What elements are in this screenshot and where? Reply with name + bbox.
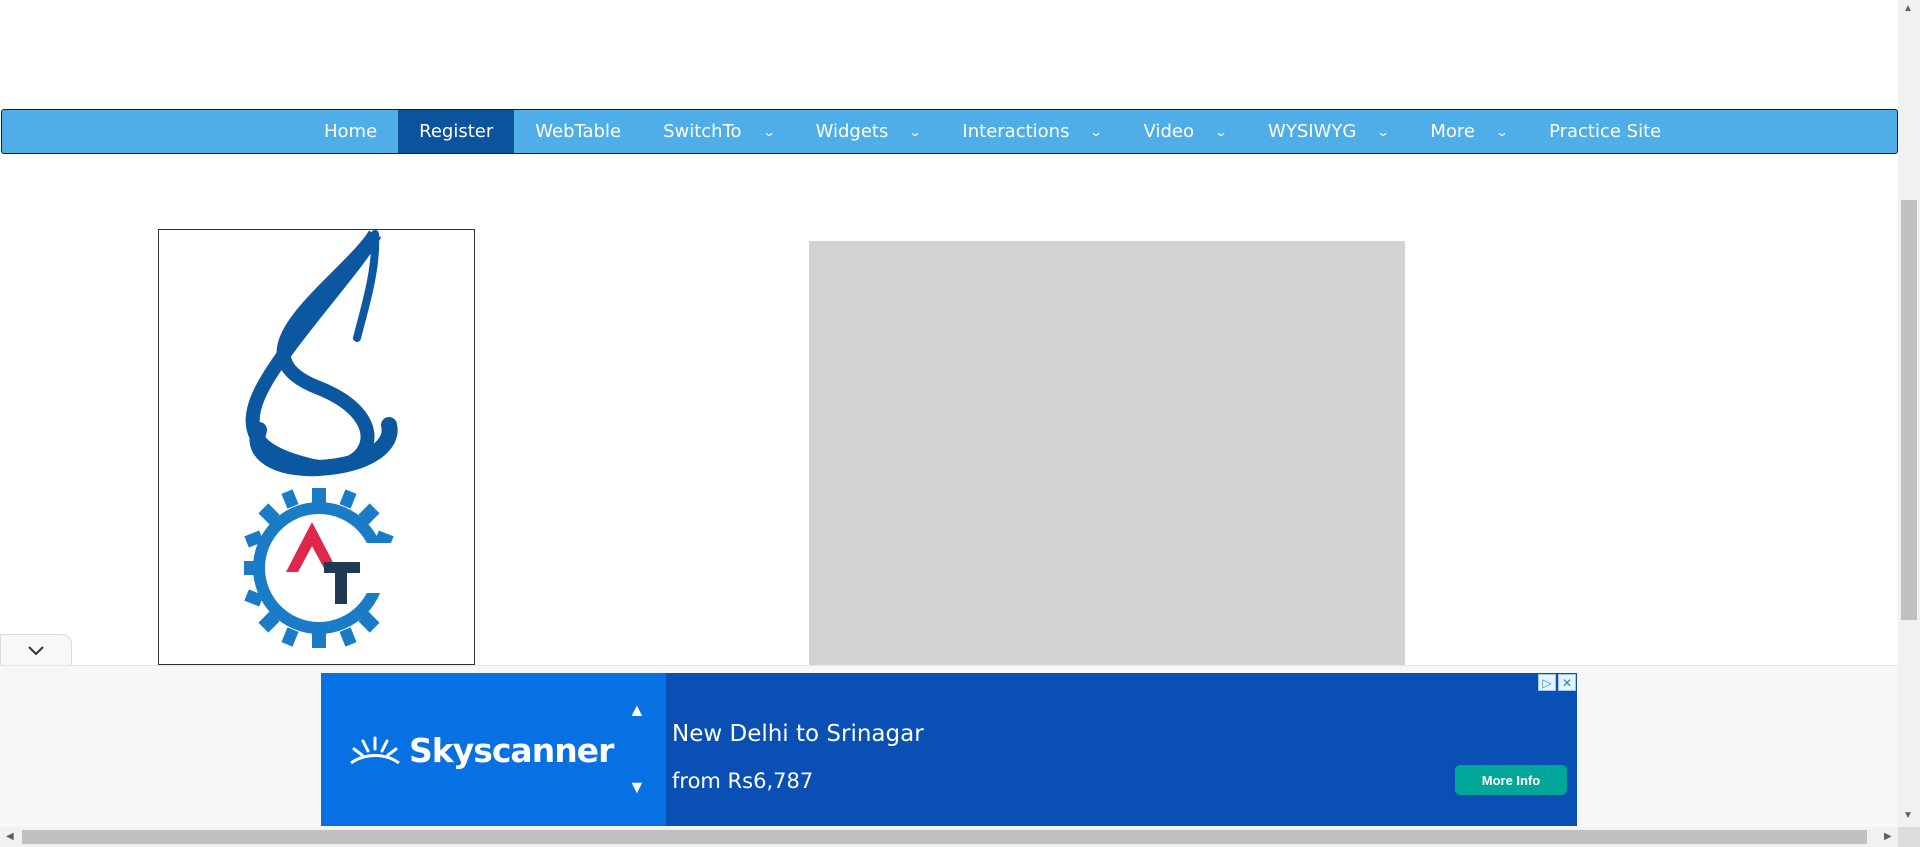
scroll-down-icon[interactable]: ▼	[1903, 810, 1913, 821]
chevron-down-icon: ⌄	[1213, 124, 1229, 139]
scroll-right-icon[interactable]: ▶	[1884, 831, 1892, 842]
nav-item-video[interactable]: Video ⌄	[1123, 110, 1248, 153]
nav-item-label: WebTable	[535, 121, 622, 142]
ad-next-arrow-icon[interactable]: ▼	[628, 777, 646, 798]
nav-item-label: Interactions	[962, 121, 1070, 142]
nav-item-webtable[interactable]: WebTable	[514, 110, 642, 153]
chevron-down-icon: ⌄	[908, 124, 923, 139]
collapse-ad-button[interactable]	[0, 634, 72, 666]
adchoices: ▷ ✕	[1538, 674, 1576, 691]
scroll-left-icon[interactable]: ◀	[6, 831, 14, 842]
more-info-button[interactable]: More Info	[1455, 765, 1567, 795]
nav-item-label: SwitchTo	[663, 121, 742, 142]
ad-title: New Delhi to Srinagar	[672, 721, 924, 747]
skyscanner-sun-icon	[350, 736, 400, 764]
nav-item-label: Practice Site	[1549, 121, 1662, 142]
nav-items: Home Register WebTable SwitchTo ⌄ Widgets ⌄ Int…	[303, 110, 1682, 153]
chevron-down-icon: ⌄	[761, 124, 776, 139]
vertical-scrollbar[interactable]: ▲ ▼	[1898, 0, 1920, 827]
content-placeholder	[809, 241, 1405, 665]
nav-item-label: WYSIWYG	[1268, 121, 1357, 142]
skyscanner-ad[interactable]: Skyscanner ▲ ▼ New Delhi to Srinagar fro…	[321, 673, 1577, 826]
chevron-down-icon: ⌄	[1089, 124, 1104, 139]
nav-item-label: Widgets	[815, 121, 889, 142]
nav-item-label: Home	[324, 121, 378, 142]
logo-image	[158, 229, 475, 665]
nav-item-wysiwyg[interactable]: WYSIWYG ⌄	[1247, 110, 1409, 153]
nav-item-home[interactable]: Home	[303, 110, 398, 153]
nav-item-label: Register	[419, 121, 494, 142]
gear-at-logo-icon	[244, 488, 394, 648]
chevron-down-icon: ⌄	[1376, 124, 1391, 139]
nav-item-label: Video	[1143, 121, 1194, 142]
nav-item-practice-site[interactable]: Practice Site	[1528, 110, 1682, 153]
nav-item-switchto[interactable]: SwitchTo ⌄	[642, 110, 795, 153]
nav-item-widgets[interactable]: Widgets ⌄	[795, 110, 942, 153]
ad-price: from Rs6,787	[672, 769, 814, 793]
nav-item-register[interactable]: Register	[398, 110, 515, 153]
main-navbar: Home Register WebTable SwitchTo ⌄ Widgets ⌄ Int…	[1, 109, 1898, 154]
nav-item-interactions[interactable]: Interactions ⌄	[941, 110, 1122, 153]
nav-item-more[interactable]: More ⌄	[1409, 110, 1528, 153]
nav-item-label: More	[1430, 121, 1475, 142]
scroll-up-icon[interactable]: ▲	[1903, 3, 1913, 14]
chevron-down-icon: ⌄	[1494, 124, 1510, 139]
vertical-scroll-thumb[interactable]	[1901, 200, 1917, 620]
chevron-down-icon	[28, 645, 44, 655]
skyscanner-logo: Skyscanner	[349, 731, 614, 770]
ad-brand-panel: Skyscanner ▲ ▼	[321, 673, 666, 826]
close-ad-icon[interactable]: ✕	[1558, 674, 1576, 691]
ad-brand-name: Skyscanner	[409, 731, 614, 770]
ad-prev-arrow-icon[interactable]: ▲	[628, 700, 646, 721]
horizontal-scroll-thumb[interactable]	[22, 830, 1867, 844]
horizontal-scrollbar[interactable]: ◀ ▶	[0, 827, 1898, 847]
scrollbar-corner	[1898, 827, 1920, 847]
adchoices-icon[interactable]: ▷	[1538, 674, 1556, 691]
